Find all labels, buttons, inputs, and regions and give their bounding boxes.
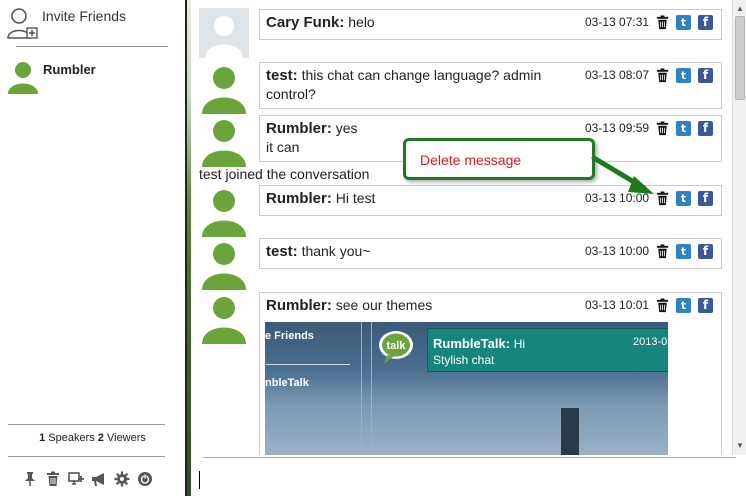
message-body: see our themes [335,297,433,313]
invite-friends-label: Invite Friends [42,8,127,24]
chat-message: test: this chat can change language? adm… [191,60,732,114]
trash-icon[interactable] [655,15,670,30]
trash-icon[interactable] [45,471,61,487]
participant-counts: 1 Speakers 2 Viewers [0,432,185,444]
theme-preview-image[interactable]: e Friends nbleTalk talk RumbleTalk: Hi S… [265,322,668,455]
twitter-share-icon[interactable]: t [676,244,691,259]
message-text: test: this chat can change language? adm… [266,66,584,103]
message-author: test: [266,67,298,84]
avatar-icon [202,120,246,167]
facebook-share-icon[interactable]: f [698,68,713,83]
chat-message: test: thank you~ 03-13 10:00 t f [191,236,732,290]
preview-invite-text: e Friends [265,330,314,342]
pin-icon[interactable] [22,471,38,487]
message-text: Cary Funk: helo [266,13,584,32]
message-author: Cary Funk: [266,14,345,31]
scroll-thumb[interactable] [735,16,745,100]
message-author: Rumbler: [266,120,332,137]
message-bubble: test: this chat can change language? adm… [259,62,722,109]
message-time: 03-13 10:00 [585,244,650,258]
tooltip-text: Delete message [420,152,522,168]
scroll-down-icon[interactable]: ▼ [734,439,746,453]
invite-friends-button[interactable]: Invite Friends [4,4,174,42]
trash-icon[interactable] [655,121,670,136]
twitter-share-icon[interactable]: t [676,68,691,83]
system-message: test joined the conversation [199,166,370,182]
counts-divider-bottom [8,456,165,457]
preview-author: RumbleTalk: Hi [433,336,526,351]
user-avatar-icon [8,62,38,94]
scroll-up-icon[interactable]: ▲ [734,2,746,16]
message-body-line2: it can [266,139,300,155]
trash-icon[interactable] [655,68,670,83]
megaphone-icon[interactable] [91,471,107,487]
add-screen-icon[interactable] [68,471,84,487]
sidebar: Invite Friends Rumbler 1 Speakers 2 View… [0,0,185,496]
message-time: 03-13 08:07 [585,68,650,82]
twitter-share-icon[interactable]: t [676,298,691,313]
message-body: this chat can change language? admin con… [266,67,542,102]
message-author: Rumbler: [266,190,332,207]
preview-brand-text: nbleTalk [265,377,309,389]
message-time: 03-13 07:31 [585,15,650,29]
message-bubble: Cary Funk: helo 03-13 07:31 t f [259,9,722,40]
chat-input[interactable] [197,466,732,492]
twitter-share-icon[interactable]: t [676,191,691,206]
sidebar-divider [16,46,168,47]
message-body: helo [348,14,375,30]
user-list-item[interactable]: Rumbler [4,58,174,94]
message-body: yes [335,120,358,136]
facebook-share-icon[interactable]: f [698,121,713,136]
facebook-share-icon[interactable]: f [698,298,713,313]
speakers-count: 1 [39,432,46,444]
counts-divider-top [8,424,165,425]
delete-message-tooltip: Delete message [403,138,595,180]
trash-icon[interactable] [655,244,670,259]
message-author: test: [266,243,298,260]
gear-icon[interactable] [114,471,130,487]
preview-message-panel: RumbleTalk: Hi Stylish chat 2013-0 [427,328,668,372]
message-body: thank you~ [301,243,371,259]
preview-date: 2013-0 [633,336,668,348]
message-text: Rumbler: Hi test [266,189,584,208]
chat-panel: Cary Funk: helo 03-13 07:31 t f test: th… [191,0,732,455]
talk-logo-text: talk [387,340,407,352]
sidebar-toolbar [22,470,162,488]
facebook-share-icon[interactable]: f [698,244,713,259]
tooltip-arrow-icon [591,155,654,194]
message-bubble: test: thank you~ 03-13 10:00 t f [259,238,722,269]
facebook-share-icon[interactable]: f [698,15,713,30]
preview-subtext: Stylish chat [433,353,495,367]
power-icon[interactable] [137,471,153,487]
message-text: test: thank you~ [266,242,584,261]
avatar-icon [202,67,246,114]
chat-scrollbar[interactable]: ▲ ▼ [732,0,746,455]
talk-bubble-logo-icon: talk [379,331,413,364]
facebook-share-icon[interactable]: f [698,191,713,206]
twitter-share-icon[interactable]: t [676,15,691,30]
message-author: Rumbler: [266,297,332,314]
add-user-icon [7,8,38,39]
speakers-label: Speakers [48,432,95,444]
avatar-icon [202,190,246,237]
avatar-icon [199,8,249,58]
message-time: 03-13 09:59 [585,121,650,135]
viewers-count: 2 [97,432,104,444]
trash-icon[interactable] [655,298,670,313]
viewers-label: Viewers [106,432,146,444]
message-body: Hi test [335,190,376,206]
user-name: Rumbler [43,62,96,77]
chat-message: Cary Funk: helo 03-13 07:31 t f [191,6,732,60]
chat-app: Invite Friends Rumbler 1 Speakers 2 View… [0,0,746,496]
message-time: 03-13 10:01 [585,298,650,312]
message-text: Rumbler: see our themes [266,296,584,315]
input-divider [203,457,736,458]
building-silhouette [561,408,579,455]
avatar-icon [202,243,246,290]
twitter-share-icon[interactable]: t [676,121,691,136]
text-cursor [199,471,200,489]
avatar-icon [202,297,246,344]
